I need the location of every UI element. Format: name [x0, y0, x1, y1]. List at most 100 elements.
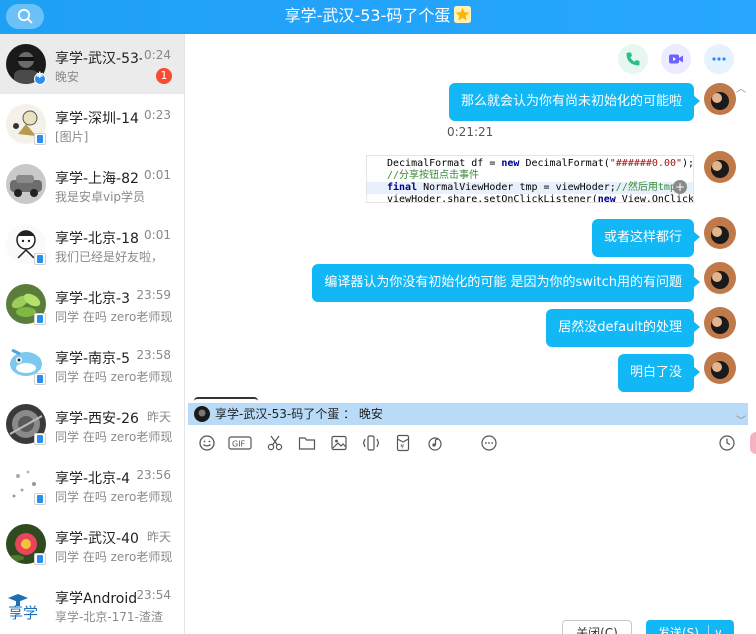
conversation-name: 享学-北京-4: [55, 471, 131, 487]
history-button[interactable]: [718, 434, 736, 452]
message-timestamp: 0:21:21: [447, 125, 494, 139]
conversation-item[interactable]: 享学-北京-18 0:01 我们已经是好友啦，: [0, 214, 184, 274]
conversation-preview: 同学 在吗 zero老师现: [55, 550, 173, 564]
conversation-item[interactable]: ✱ 享学-武汉-53-码了个蛋 0:24 晚安 1: [0, 34, 184, 94]
phone-icon: [34, 313, 46, 325]
more-icon: [712, 57, 726, 61]
scroll-down-arrow-icon[interactable]: ﹀: [736, 412, 746, 427]
message-bubble: 编译器认为你没有初始化的可能 是因为你的switch用的有问题: [312, 264, 700, 302]
scroll-up-arrow-icon[interactable]: ︿: [736, 80, 746, 95]
conversation-item[interactable]: 享学-北京-4 23:56 同学 在吗 zero老师现: [0, 454, 184, 514]
new-message-notification[interactable]: 享学-武汉-53-码了个蛋 ： 晚安: [188, 403, 748, 425]
image-icon: [331, 435, 347, 451]
conversation-time: 23:59: [136, 288, 171, 302]
image-button[interactable]: [330, 434, 348, 452]
phone-call-icon: [626, 52, 640, 66]
my-avatar: [704, 151, 736, 183]
video-call-button[interactable]: [661, 44, 691, 74]
gif-icon: GIF: [228, 436, 252, 450]
notification-text: 享学-武汉-53-码了个蛋 ： 晚安: [215, 407, 383, 421]
shake-icon: [362, 435, 380, 451]
code-string: "######0.00": [609, 158, 683, 169]
phone-icon: [34, 493, 46, 505]
close-button[interactable]: 关闭(C): [562, 620, 632, 634]
conversation-time: 23:58: [136, 348, 171, 362]
shake-button[interactable]: [362, 434, 380, 452]
conversation-item[interactable]: 享学-上海-82 0:01 我是安卓vip学员: [0, 154, 184, 214]
conversation-time: 23:56: [136, 468, 171, 482]
star-emoji-icon: [454, 6, 472, 23]
conversation-preview: 同学 在吗 zero老师现: [55, 490, 173, 504]
conversation-name: 享学-上海-82: [55, 171, 139, 187]
more-tools-button[interactable]: [480, 434, 498, 452]
conversation-name: 享学-南京-5: [55, 351, 131, 367]
message-input[interactable]: [186, 458, 756, 618]
conversation-time: 昨天: [146, 410, 171, 424]
qq-chat-window: 享学-武汉-53-码了个蛋 ✱ 享学-武汉-53-码了个蛋 0:24 晚安 1 …: [0, 0, 756, 634]
my-avatar: [704, 352, 736, 384]
code-keyword: new: [597, 194, 616, 203]
title-bar: 享学-武汉-53-码了个蛋: [0, 0, 756, 34]
code-text: viewHoder.share.setOnClickListener(: [387, 194, 598, 203]
conversation-preview: [图片]: [55, 130, 89, 144]
emoji-button[interactable]: [198, 434, 216, 452]
code-text: DecimalFormat(: [519, 158, 610, 169]
folder-icon: [298, 437, 316, 450]
phone-icon: [34, 553, 46, 565]
conversation-preview: 同学 在吗 zero老师现: [55, 430, 173, 444]
conversation-time: 23:54: [136, 588, 171, 602]
conversation-preview: 同学 在吗 zero老师现: [55, 370, 173, 384]
video-call-icon: [669, 54, 683, 64]
phone-icon: [34, 433, 46, 445]
avatar: [194, 406, 210, 422]
music-button[interactable]: [426, 434, 444, 452]
phone-icon: [34, 373, 46, 385]
unread-badge: 1: [156, 68, 172, 84]
conversation-item[interactable]: 享学-武汉-40 昨天 同学 在吗 zero老师现: [0, 514, 184, 574]
conversation-name: 享学-北京-3: [55, 291, 131, 307]
window-title: 享学-武汉-53-码了个蛋: [0, 6, 756, 26]
red-packet-button[interactable]: ¥: [394, 434, 412, 452]
svg-text:享学: 享学: [8, 604, 38, 622]
send-options-arrow[interactable]: ∨: [714, 620, 723, 634]
conversation-item[interactable]: 享学 享学Android 23:54 享学-北京-171-渣渣: [0, 574, 184, 634]
contact-title: 享学-武汉-53-码了个蛋: [284, 6, 451, 25]
conversation-name: 享学-北京-18: [55, 231, 139, 247]
music-icon: [428, 437, 442, 451]
message-bubble: 明白了没: [617, 354, 701, 392]
code-comment: //然后用tmp: [615, 182, 676, 193]
phone-call-button[interactable]: [618, 44, 648, 74]
code-text: );: [682, 158, 694, 169]
screenshot-button[interactable]: [266, 434, 284, 452]
input-toolbar: GIF ¥: [186, 432, 756, 456]
send-button[interactable]: 发送(S) ∨: [646, 620, 734, 634]
conversation-name: 享学-深圳-14: [55, 111, 139, 127]
phone-icon: [34, 253, 46, 265]
gif-button[interactable]: GIF: [228, 434, 252, 452]
code-keyword: new: [501, 158, 520, 169]
conversation-item[interactable]: 享学-西安-26 昨天 同学 在吗 zero老师现: [0, 394, 184, 454]
code-image[interactable]: DecimalFormat df = new DecimalFormat("##…: [366, 155, 694, 203]
message-bubble: 或者这样都行: [591, 219, 701, 257]
conversation-item[interactable]: 享学-深圳-14 0:23 [图片]: [0, 94, 184, 154]
conversation-item[interactable]: 享学-北京-3 23:59 同学 在吗 zero老师现: [0, 274, 184, 334]
file-button[interactable]: [298, 434, 316, 452]
conversation-preview: 我们已经是好友啦，: [55, 250, 164, 264]
svg-text:GIF: GIF: [232, 440, 246, 449]
my-avatar: [704, 307, 736, 339]
more-circle-icon: [481, 435, 497, 451]
conversation-preview: 我是安卓vip学员: [55, 190, 146, 204]
conversation-list: ✱ 享学-武汉-53-码了个蛋 0:24 晚安 1 享学-深圳-14 0:23 …: [0, 34, 185, 634]
code-text: DecimalFormat df =: [387, 158, 502, 169]
message-bubble: 那么就会认为你有尚未初始化的可能啦: [448, 83, 701, 121]
more-button[interactable]: [704, 44, 734, 74]
phone-icon: [34, 133, 46, 145]
conversation-preview: 享学-北京-171-渣渣: [55, 610, 163, 624]
message-bubble: 居然没default的处理: [546, 309, 700, 347]
svg-text:¥: ¥: [400, 444, 404, 451]
my-avatar: [704, 262, 736, 294]
avatar: 享学: [6, 584, 46, 624]
conversation-item[interactable]: 享学-南京-5 23:58 同学 在吗 zero老师现: [0, 334, 184, 394]
expand-plus-icon[interactable]: +: [673, 180, 687, 194]
emoji-icon: [199, 435, 215, 451]
